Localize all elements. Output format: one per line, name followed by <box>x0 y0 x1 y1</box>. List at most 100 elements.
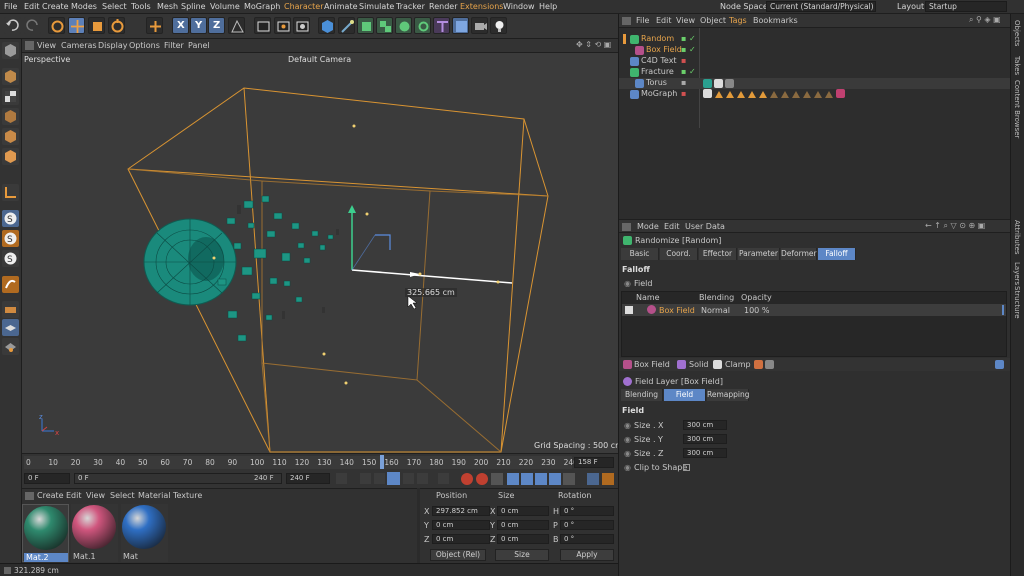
position-y-field[interactable]: 0 cm <box>432 520 490 530</box>
x-axis-lock-button[interactable]: X <box>172 17 189 34</box>
model-mode-icon[interactable] <box>2 68 19 85</box>
menu-select[interactable]: Select <box>102 2 127 11</box>
visibility-toggles[interactable]: ▪ <box>681 56 686 65</box>
material-swatch[interactable]: Mat.2 <box>22 504 69 562</box>
render-picture-viewer-icon[interactable] <box>274 17 291 34</box>
tag-icon[interactable] <box>714 79 723 88</box>
object-menu-bookmarks[interactable]: Bookmarks <box>753 16 798 25</box>
coordinate-system-icon[interactable] <box>228 17 245 34</box>
menu-tracker[interactable]: Tracker <box>396 2 425 11</box>
visibility-toggles[interactable]: ▪ ✓ <box>681 67 696 76</box>
field-list-row[interactable]: Box Field Normal 100 % <box>622 304 1006 316</box>
live-selection-icon[interactable] <box>48 17 65 34</box>
size-mode-select[interactable]: Size <box>495 549 549 561</box>
make-editable-icon[interactable] <box>2 42 19 59</box>
add-box-field-button[interactable]: Box Field <box>634 360 670 369</box>
tab-deformer[interactable]: Deformer <box>781 248 817 260</box>
mograph-tags[interactable] <box>703 89 845 100</box>
y-axis-lock-button[interactable]: Y <box>190 17 207 34</box>
material-menu-create[interactable]: Create <box>37 491 64 500</box>
prev-key-icon[interactable] <box>360 473 371 484</box>
viewport-menu-view[interactable]: View <box>37 41 56 50</box>
object-name[interactable]: C4D Text <box>641 56 677 65</box>
subdivision-icon[interactable] <box>357 17 374 34</box>
viewport-menu-display[interactable]: Display <box>98 41 128 50</box>
tab-falloff[interactable]: Falloff <box>818 248 856 260</box>
deformer-icon[interactable] <box>433 17 450 34</box>
workplane-snap-icon[interactable]: S <box>2 230 19 247</box>
menu-simulate[interactable]: Simulate <box>359 2 394 11</box>
render-view-icon[interactable] <box>254 17 271 34</box>
animate-size-x-icon[interactable]: ◉ <box>624 421 631 430</box>
size-y-field[interactable]: 0 cm <box>497 520 549 530</box>
menu-render[interactable]: Render <box>429 2 457 11</box>
material-panel-icon[interactable] <box>25 492 34 500</box>
tag-icon[interactable] <box>703 79 712 88</box>
size-x-input[interactable]: 300 cm <box>683 420 727 430</box>
visibility-toggles[interactable]: ▪ <box>681 89 686 98</box>
coord-mode-select[interactable]: Object (Rel) <box>430 549 486 561</box>
tab-basic[interactable]: Basic <box>621 248 659 260</box>
effector-icon[interactable] <box>395 17 412 34</box>
viewport-nav-icons[interactable]: ✥ ⇕ ⟲ ▣ <box>576 40 611 49</box>
timeline-options-icon[interactable] <box>602 473 614 485</box>
undo-icon[interactable] <box>4 17 21 34</box>
viewport-menu-cameras[interactable]: Cameras <box>61 41 97 50</box>
viewport-menu-options[interactable]: Options <box>129 41 160 50</box>
menu-volume[interactable]: Volume <box>210 2 240 11</box>
lock-workplane-icon[interactable] <box>2 338 19 355</box>
material-menu-edit[interactable]: Edit <box>66 491 82 500</box>
workplane-icon[interactable] <box>2 276 19 293</box>
object-menu-object[interactable]: Object <box>700 16 726 25</box>
menu-modes[interactable]: Modes <box>71 2 97 11</box>
tab-field[interactable]: Field <box>664 389 706 401</box>
object-row-torus[interactable]: Torus ▪ <box>619 78 1011 89</box>
menu-tools[interactable]: Tools <box>131 2 151 11</box>
attr-nav-icons[interactable]: ← ↑ ⌕ ▽ ⊙ ⊕ ▣ <box>925 221 985 231</box>
pla-key-icon[interactable] <box>563 473 575 485</box>
object-name[interactable]: Torus <box>646 78 667 87</box>
attribute-panel-icon[interactable] <box>622 223 631 231</box>
menu-character[interactable]: Character <box>284 2 324 11</box>
field-icon[interactable] <box>414 17 431 34</box>
add-solid-button[interactable]: Solid <box>689 360 709 369</box>
object-name[interactable]: MoGraph <box>641 89 677 98</box>
object-menu-edit[interactable]: Edit <box>656 16 672 25</box>
object-row-mograph[interactable]: MoGraph ▪ <box>619 89 1011 100</box>
menu-create[interactable]: Create <box>42 2 69 11</box>
redo-icon[interactable] <box>24 17 41 34</box>
object-name[interactable]: Random <box>641 34 674 43</box>
material-name[interactable]: Mat.1 <box>73 552 96 561</box>
current-frame-field[interactable]: 158 F <box>574 457 614 468</box>
z-axis-lock-button[interactable]: Z <box>208 17 225 34</box>
material-swatch[interactable]: Mat <box>121 504 168 562</box>
material-name[interactable]: Mat <box>123 552 138 561</box>
viewport-panel-icon[interactable] <box>25 41 34 50</box>
rotation-h-field[interactable]: 0 ° <box>560 506 614 516</box>
layer-options-icon[interactable] <box>765 360 774 369</box>
tab-effector[interactable]: Effector <box>699 248 737 260</box>
field-layer-name[interactable]: Box Field <box>659 306 695 315</box>
solid-layer-icon[interactable] <box>677 360 686 369</box>
attr-menu-user-data[interactable]: User Data <box>685 222 725 231</box>
list-options-icon[interactable] <box>995 360 1004 369</box>
next-key-icon[interactable] <box>417 473 428 484</box>
visibility-toggles[interactable]: ▪ ✓ <box>681 34 696 43</box>
field-opacity-value[interactable]: 100 % <box>744 306 769 315</box>
rotation-p-field[interactable]: 0 ° <box>560 520 614 530</box>
cloner-icon[interactable] <box>376 17 393 34</box>
object-menu-tags[interactable]: Tags <box>729 16 747 25</box>
position-key-icon[interactable] <box>507 473 519 485</box>
animate-clip-icon[interactable]: ◉ <box>624 463 631 472</box>
axis-mode-icon[interactable] <box>2 184 19 201</box>
parameter-key-icon[interactable] <box>549 473 561 485</box>
light-icon[interactable] <box>490 17 507 34</box>
record-icon[interactable] <box>461 473 473 485</box>
layer-menu-icon[interactable] <box>754 360 763 369</box>
side-tab-structure[interactable]: Structure <box>1013 286 1021 319</box>
field-blend-select[interactable]: Normal <box>701 306 730 315</box>
tag-icon[interactable] <box>725 79 734 88</box>
object-name[interactable]: Fracture <box>641 67 674 76</box>
attr-menu-mode[interactable]: Mode <box>637 222 659 231</box>
menu-mesh[interactable]: Mesh <box>157 2 178 11</box>
